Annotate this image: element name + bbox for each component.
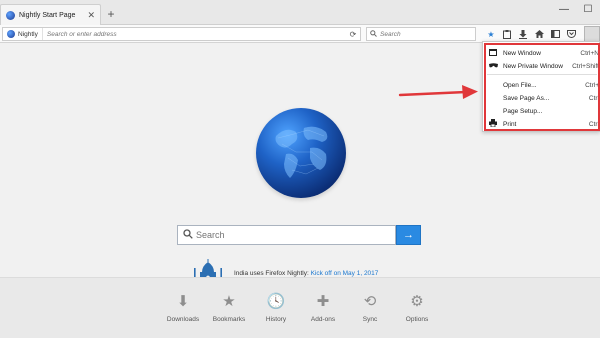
new-tab-button[interactable]: +	[105, 7, 117, 21]
snippet-text: India uses Firefox Nightly: Kick off on …	[234, 269, 379, 277]
minimize-button[interactable]: —	[552, 0, 576, 18]
start-search-box[interactable]	[177, 225, 396, 245]
launcher-bookmarks[interactable]: ★ Bookmarks	[209, 292, 249, 323]
sidebar-icon[interactable]	[547, 26, 563, 42]
downloads-icon: ⬇	[176, 293, 190, 310]
downloads-icon[interactable]	[515, 26, 531, 42]
nightly-favicon-icon	[6, 11, 15, 20]
identity-box[interactable]: Nightly	[3, 28, 43, 40]
history-clock-icon: 🕓	[266, 293, 286, 310]
launcher-history[interactable]: 🕓 History	[256, 292, 296, 323]
snippet-link[interactable]: Kick off on May 1, 2017	[311, 270, 379, 277]
url-input[interactable]	[42, 30, 346, 38]
home-icon[interactable]	[531, 26, 547, 42]
identity-label: Nightly	[18, 30, 38, 38]
window-controls: — ☐	[552, 0, 600, 18]
nightly-identity-icon	[7, 30, 15, 38]
start-search-input[interactable]	[196, 230, 395, 240]
puzzle-piece-icon: ✚	[316, 293, 330, 310]
toolbar-icons: ★	[483, 26, 579, 42]
launcher-bar: ⬇ Downloads ★ Bookmarks 🕓 History ✚ Add-…	[0, 277, 600, 338]
maximize-button[interactable]: ☐	[576, 0, 600, 18]
reading-list-icon[interactable]	[499, 26, 515, 42]
search-icon	[370, 29, 377, 39]
search-go-button[interactable]: →	[396, 225, 421, 245]
reload-icon[interactable]: ⟳	[346, 30, 360, 39]
open-menu-button[interactable]	[584, 26, 600, 42]
bookmark-star-icon[interactable]: ★	[483, 26, 499, 42]
gear-icon: ⚙	[410, 293, 424, 310]
tab-nightly-start-page[interactable]: Nightly Start Page ✕	[0, 4, 101, 26]
annotation-arrow	[398, 85, 478, 99]
search-icon	[183, 228, 193, 242]
sync-icon: ⟲	[363, 293, 377, 310]
menu-highlight-box	[484, 43, 600, 131]
tab-strip: Nightly Start Page ✕ + — ☐	[0, 0, 600, 26]
pocket-icon[interactable]	[563, 26, 579, 42]
launcher-sync[interactable]: ⟲ Sync	[350, 292, 390, 323]
launcher-addons[interactable]: ✚ Add-ons	[303, 292, 343, 323]
tab-title: Nightly Start Page	[19, 12, 76, 19]
launcher-downloads[interactable]: ⬇ Downloads	[163, 292, 203, 323]
tab-close-icon[interactable]: ✕	[87, 10, 95, 21]
bookmarks-star-icon: ★	[222, 293, 236, 310]
search-input[interactable]	[380, 30, 470, 38]
launcher-options[interactable]: ⚙ Options	[397, 292, 437, 323]
url-bar[interactable]: Nightly ⟳	[2, 27, 361, 41]
nightly-globe-logo	[256, 108, 346, 198]
search-bar[interactable]	[366, 27, 476, 41]
